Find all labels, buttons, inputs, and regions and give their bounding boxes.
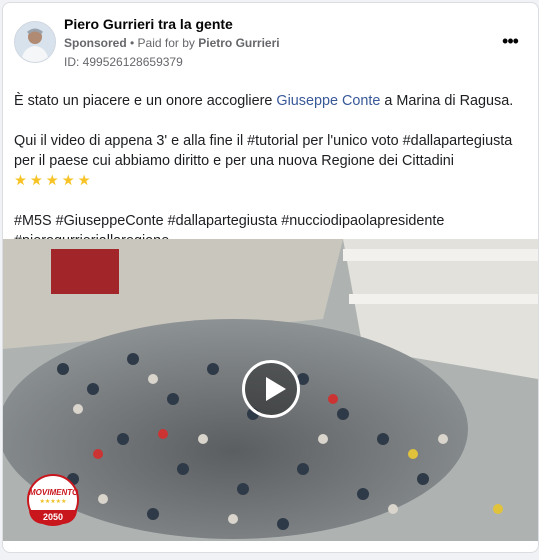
post-header: Piero Gurrieri tra la gente Sponsored • …: [3, 3, 538, 83]
movimento-logo: MOVIMENTO ★★★★★ 2050: [27, 474, 79, 526]
more-options-button[interactable]: •••: [498, 29, 522, 53]
video-player[interactable]: [3, 239, 538, 541]
paid-for-name[interactable]: Pietro Gurrieri: [198, 36, 279, 50]
ad-id: ID: 499526128659379: [64, 55, 183, 69]
post-paragraph-2: Qui il video di appena 3' e alla fine il…: [14, 131, 529, 191]
sponsored-label[interactable]: Sponsored: [64, 36, 127, 50]
star-emoji-icons: ★★★★★: [14, 173, 94, 189]
avatar[interactable]: [14, 21, 56, 63]
logo-year: 2050: [29, 510, 77, 524]
text-span: a Marina di Ragusa.: [380, 93, 514, 109]
sponsor-line: Sponsored • Paid for by Pietro Gurrieri: [64, 36, 280, 50]
person-icon: [15, 22, 55, 62]
text-span: Qui il video di appena 3' e alla fine il…: [14, 133, 513, 169]
paid-for-prefix: • Paid for by: [126, 36, 199, 50]
post-paragraph-1: È stato un piacere e un onore accogliere…: [14, 91, 529, 111]
text-span: È stato un piacere e un onore accogliere: [14, 93, 277, 109]
logo-title: MOVIMENTO: [29, 488, 79, 497]
logo-stars: ★★★★★: [39, 499, 67, 505]
giuseppe-conte-link[interactable]: Giuseppe Conte: [276, 93, 380, 109]
play-button[interactable]: [242, 360, 300, 418]
ad-post-card: Piero Gurrieri tra la gente Sponsored • …: [2, 2, 539, 553]
page-name[interactable]: Piero Gurrieri tra la gente: [64, 16, 233, 32]
